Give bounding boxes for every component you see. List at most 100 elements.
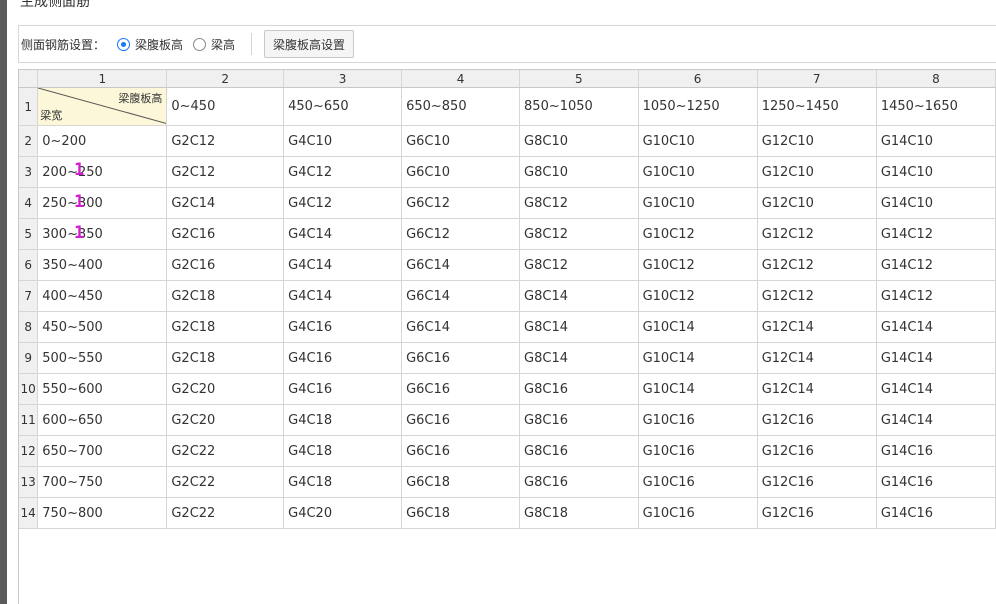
diagonal-header-cell[interactable]: 梁腹板高 梁宽 bbox=[37, 87, 168, 126]
rebar-spec-cell[interactable]: G2C12 bbox=[166, 156, 285, 188]
rebar-spec-cell[interactable]: G2C14 bbox=[166, 187, 285, 219]
rebar-spec-cell[interactable]: G6C10 bbox=[401, 156, 521, 188]
rebar-spec-cell[interactable]: G8C12 bbox=[519, 187, 639, 219]
rebar-spec-cell[interactable]: G8C16 bbox=[519, 373, 639, 405]
column-number[interactable]: 5 bbox=[519, 70, 639, 88]
rebar-spec-cell[interactable]: G10C14 bbox=[638, 373, 758, 405]
rebar-spec-cell[interactable]: G12C16 bbox=[757, 466, 877, 498]
rebar-spec-cell[interactable]: G4C16 bbox=[283, 373, 403, 405]
column-number[interactable]: 3 bbox=[283, 70, 403, 88]
beam-width-cell[interactable]: 250~300 bbox=[37, 187, 168, 219]
beam-width-cell[interactable]: 300~350 bbox=[37, 218, 168, 250]
rebar-spec-cell[interactable]: G14C10 bbox=[876, 156, 996, 188]
rebar-spec-cell[interactable]: G2C18 bbox=[166, 342, 285, 374]
beam-width-cell[interactable]: 450~500 bbox=[37, 311, 168, 343]
rebar-spec-cell[interactable]: G12C10 bbox=[757, 187, 877, 219]
rebar-spec-cell[interactable]: G4C18 bbox=[283, 404, 403, 436]
height-range-cell[interactable]: 450~650 bbox=[283, 87, 403, 126]
height-range-cell[interactable]: 1050~1250 bbox=[638, 87, 758, 126]
rebar-spec-cell[interactable]: G12C16 bbox=[757, 435, 877, 467]
rebar-spec-cell[interactable]: G10C14 bbox=[638, 342, 758, 374]
rebar-grid[interactable]: 1 2 3 4 5 6 7 8 1 梁腹板高 梁宽 0~450 450~650 … bbox=[18, 69, 996, 604]
rebar-spec-cell[interactable]: G8C16 bbox=[519, 404, 639, 436]
rebar-spec-cell[interactable]: G8C12 bbox=[519, 218, 639, 250]
rebar-spec-cell[interactable]: G4C14 bbox=[283, 280, 403, 312]
rebar-spec-cell[interactable]: G10C10 bbox=[638, 156, 758, 188]
radio-web-height[interactable]: 梁腹板高 bbox=[117, 36, 183, 53]
rebar-spec-cell[interactable]: G6C16 bbox=[401, 404, 521, 436]
rebar-spec-cell[interactable]: G4C16 bbox=[283, 311, 403, 343]
column-number[interactable]: 1 bbox=[37, 70, 168, 88]
rebar-spec-cell[interactable]: G10C10 bbox=[638, 125, 758, 157]
rebar-spec-cell[interactable]: G12C10 bbox=[757, 125, 877, 157]
rebar-spec-cell[interactable]: G4C14 bbox=[283, 249, 403, 281]
rebar-spec-cell[interactable]: G2C16 bbox=[166, 218, 285, 250]
rebar-spec-cell[interactable]: G4C18 bbox=[283, 466, 403, 498]
height-range-cell[interactable]: 1250~1450 bbox=[757, 87, 877, 126]
rebar-spec-cell[interactable]: G8C14 bbox=[519, 311, 639, 343]
rebar-spec-cell[interactable]: G6C12 bbox=[401, 187, 521, 219]
rebar-spec-cell[interactable]: G12C12 bbox=[757, 218, 877, 250]
rebar-spec-cell[interactable]: G14C16 bbox=[876, 466, 996, 498]
column-number[interactable]: 6 bbox=[638, 70, 758, 88]
rebar-spec-cell[interactable]: G8C16 bbox=[519, 435, 639, 467]
radio-web-height-indicator[interactable] bbox=[117, 37, 131, 51]
rebar-spec-cell[interactable]: G6C16 bbox=[401, 373, 521, 405]
rebar-spec-cell[interactable]: G2C18 bbox=[166, 311, 285, 343]
rebar-spec-cell[interactable]: G8C10 bbox=[519, 156, 639, 188]
rebar-spec-cell[interactable]: G10C16 bbox=[638, 435, 758, 467]
rebar-spec-cell[interactable]: G8C10 bbox=[519, 125, 639, 157]
rebar-spec-cell[interactable]: G10C16 bbox=[638, 466, 758, 498]
rebar-spec-cell[interactable]: G8C12 bbox=[519, 249, 639, 281]
beam-width-cell[interactable]: 500~550 bbox=[37, 342, 168, 374]
rebar-spec-cell[interactable]: G4C14 bbox=[283, 218, 403, 250]
height-range-cell[interactable]: 1450~1650 bbox=[876, 87, 996, 126]
rebar-spec-cell[interactable]: G4C16 bbox=[283, 342, 403, 374]
beam-width-cell[interactable]: 350~400 bbox=[37, 249, 168, 281]
rebar-spec-cell[interactable]: G12C16 bbox=[757, 497, 877, 529]
web-height-settings-button[interactable]: 梁腹板高设置 bbox=[264, 30, 355, 58]
rebar-spec-cell[interactable]: G14C16 bbox=[876, 497, 996, 529]
rebar-spec-cell[interactable]: G10C12 bbox=[638, 249, 758, 281]
rebar-spec-cell[interactable]: G6C14 bbox=[401, 249, 521, 281]
rebar-spec-cell[interactable]: G14C10 bbox=[876, 125, 996, 157]
height-range-cell[interactable]: 850~1050 bbox=[519, 87, 639, 126]
rebar-spec-cell[interactable]: G12C12 bbox=[757, 249, 877, 281]
rebar-spec-cell[interactable]: G6C16 bbox=[401, 342, 521, 374]
height-range-cell[interactable]: 0~450 bbox=[166, 87, 285, 126]
rebar-spec-cell[interactable]: G10C12 bbox=[638, 218, 758, 250]
rebar-spec-cell[interactable]: G12C14 bbox=[757, 342, 877, 374]
beam-width-cell[interactable]: 700~750 bbox=[37, 466, 168, 498]
rebar-spec-cell[interactable]: G10C10 bbox=[638, 187, 758, 219]
rebar-spec-cell[interactable]: G8C18 bbox=[519, 497, 639, 529]
rebar-spec-cell[interactable]: G14C14 bbox=[876, 342, 996, 374]
rebar-spec-cell[interactable]: G4C20 bbox=[283, 497, 403, 529]
rebar-spec-cell[interactable]: G14C14 bbox=[876, 311, 996, 343]
rebar-spec-cell[interactable]: G6C14 bbox=[401, 280, 521, 312]
beam-width-cell[interactable]: 650~700 bbox=[37, 435, 168, 467]
rebar-spec-cell[interactable]: G14C16 bbox=[876, 435, 996, 467]
rebar-spec-cell[interactable]: G8C14 bbox=[519, 342, 639, 374]
height-range-cell[interactable]: 650~850 bbox=[401, 87, 521, 126]
rebar-spec-cell[interactable]: G12C10 bbox=[757, 156, 877, 188]
radio-beam-height-label[interactable]: 梁高 bbox=[211, 36, 235, 53]
column-number[interactable]: 8 bbox=[876, 70, 996, 88]
rebar-spec-cell[interactable]: G6C14 bbox=[401, 311, 521, 343]
rebar-spec-cell[interactable]: G6C10 bbox=[401, 125, 521, 157]
rebar-spec-cell[interactable]: G2C22 bbox=[166, 497, 285, 529]
rebar-spec-cell[interactable]: G6C12 bbox=[401, 218, 521, 250]
rebar-spec-cell[interactable]: G2C16 bbox=[166, 249, 285, 281]
column-number[interactable]: 4 bbox=[401, 70, 521, 88]
beam-width-cell[interactable]: 0~200 bbox=[37, 125, 168, 157]
rebar-spec-cell[interactable]: G12C14 bbox=[757, 373, 877, 405]
rebar-spec-cell[interactable]: G4C10 bbox=[283, 125, 403, 157]
rebar-spec-cell[interactable]: G10C16 bbox=[638, 497, 758, 529]
rebar-spec-cell[interactable]: G12C12 bbox=[757, 280, 877, 312]
column-number[interactable]: 2 bbox=[166, 70, 285, 88]
rebar-spec-cell[interactable]: G2C22 bbox=[166, 466, 285, 498]
rebar-spec-cell[interactable]: G8C14 bbox=[519, 280, 639, 312]
rebar-spec-cell[interactable]: G2C12 bbox=[166, 125, 285, 157]
rebar-spec-cell[interactable]: G14C10 bbox=[876, 187, 996, 219]
radio-web-height-label[interactable]: 梁腹板高 bbox=[135, 36, 183, 53]
rebar-spec-cell[interactable]: G2C20 bbox=[166, 373, 285, 405]
